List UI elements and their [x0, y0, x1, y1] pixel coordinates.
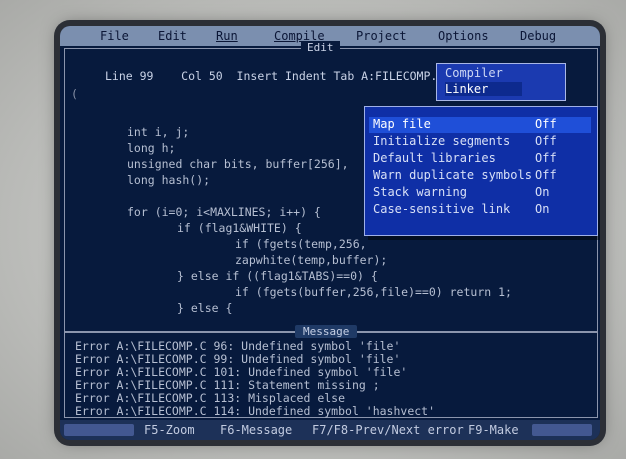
linker-option-label: Default libraries — [373, 151, 496, 165]
editor-brace-marker: ( — [71, 87, 78, 101]
f9-make-key[interactable]: F9-Make — [468, 423, 519, 437]
menu-options[interactable]: Options — [438, 29, 489, 43]
menu-run[interactable]: Run — [216, 29, 238, 43]
function-key-bar: F5-Zoom F6-Message F7/F8-Prev/Next error… — [60, 420, 600, 440]
linker-option-warn-duplicate-symbols[interactable]: Warn duplicate symbols Off — [369, 168, 591, 184]
linker-option-value: Off — [535, 168, 557, 182]
linker-option-label: Map file — [373, 117, 431, 131]
code-line[interactable]: int i, j; — [127, 125, 189, 139]
code-line[interactable]: zapwhite(temp,buffer); — [235, 253, 387, 267]
code-line[interactable]: long h; — [127, 141, 175, 155]
code-line[interactable]: if (fgets(buffer,256,file)==0) return 1; — [235, 285, 512, 299]
linker-option-value: Off — [535, 134, 557, 148]
code-line[interactable]: unsigned char bits, buffer[256], — [127, 157, 349, 171]
code-line[interactable]: } else { — [177, 301, 232, 315]
error-message-line[interactable]: Error A:\FILECOMP.C 99: Undefined symbol… — [75, 352, 400, 366]
f7-f8-error-key[interactable]: F7/F8-Prev/Next error — [312, 423, 464, 437]
menu-debug[interactable]: Debug — [520, 29, 556, 43]
menu-file[interactable]: File — [100, 29, 129, 43]
linker-option-value: On — [535, 185, 550, 199]
message-window-title: Message — [295, 325, 358, 338]
code-line[interactable]: if (fgets(temp,256, — [235, 237, 367, 251]
error-message-line[interactable]: Error A:\FILECOMP.C 114: Undefined symbo… — [75, 404, 435, 418]
editor-title: Edit — [301, 41, 340, 54]
error-message-line[interactable]: Error A:\FILECOMP.C 101: Undefined symbo… — [75, 365, 407, 379]
linker-option-label: Case-sensitive link — [373, 202, 511, 216]
linker-option-value: Off — [535, 117, 557, 131]
code-line[interactable]: } else if ((flag1&TABS)==0) { — [177, 269, 378, 283]
editor-status-line: Line 99 Col 50 Insert Indent Tab A:FILEC… — [105, 69, 445, 83]
linker-option-case-sensitive-link[interactable]: Case-sensitive link On — [369, 202, 591, 218]
monitor-screen: File Edit Run Compile Project Options De… — [60, 26, 600, 440]
menu-project[interactable]: Project — [356, 29, 407, 43]
code-line[interactable]: long hash(); — [127, 173, 210, 187]
linker-option-value: Off — [535, 151, 557, 165]
linker-option-label: Stack warning — [373, 185, 467, 199]
linker-option-initialize-segments[interactable]: Initialize segments Off — [369, 134, 591, 150]
blurred-key-label — [64, 424, 134, 436]
compile-dropdown: Compiler Linker — [436, 63, 566, 101]
error-message-line[interactable]: Error A:\FILECOMP.C 111: Statement missi… — [75, 378, 380, 392]
linker-option-label: Initialize segments — [373, 134, 511, 148]
linker-option-map-file[interactable]: Map file Off — [369, 117, 591, 133]
error-message-line[interactable]: Error A:\FILECOMP.C 96: Undefined symbol… — [75, 339, 400, 353]
linker-option-label: Warn duplicate symbols — [373, 168, 532, 182]
linker-option-stack-warning[interactable]: Stack warning On — [369, 185, 591, 201]
linker-option-default-libraries[interactable]: Default libraries Off — [369, 151, 591, 167]
code-line[interactable]: if (flag1&WHITE) { — [177, 221, 302, 235]
linker-options-menu: Map file Off Initialize segments Off Def… — [364, 106, 598, 236]
message-window[interactable]: Message Error A:\FILECOMP.C 96: Undefine… — [64, 325, 598, 418]
compile-menu-linker[interactable]: Linker — [445, 82, 523, 96]
compile-menu-compiler[interactable]: Compiler — [445, 66, 503, 80]
error-message-line[interactable]: Error A:\FILECOMP.C 113: Misplaced else — [75, 391, 345, 405]
linker-option-value: On — [535, 202, 550, 216]
f5-zoom-key[interactable]: F5-Zoom — [144, 423, 195, 437]
menu-edit[interactable]: Edit — [158, 29, 187, 43]
blurred-key-label — [532, 424, 592, 436]
code-line[interactable]: for (i=0; i<MAXLINES; i++) { — [127, 205, 321, 219]
f6-message-key[interactable]: F6-Message — [220, 423, 292, 437]
